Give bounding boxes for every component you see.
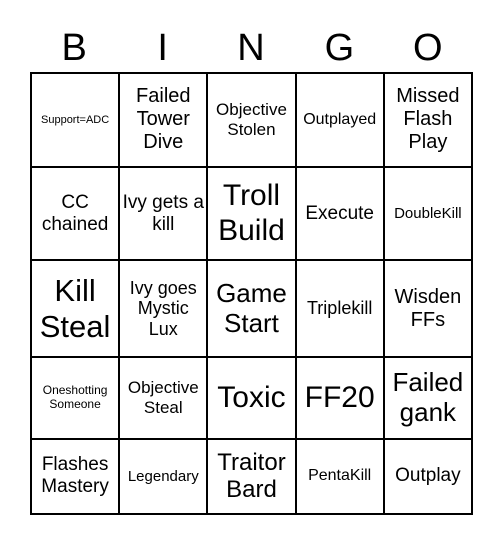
- bingo-cell[interactable]: Failed gank: [382, 356, 474, 440]
- bingo-cell[interactable]: Failed Tower Dive: [118, 72, 209, 168]
- bingo-cell[interactable]: Ivy gets a kill: [118, 165, 209, 262]
- grid-row: CC chained Ivy gets a kill Troll Build E…: [29, 165, 474, 262]
- bingo-cell[interactable]: Toxic: [206, 356, 297, 440]
- bingo-cell[interactable]: Flashes Mastery: [29, 437, 121, 516]
- header-letter-g: G: [324, 27, 355, 69]
- bingo-cell[interactable]: Missed Flash Play: [382, 72, 474, 168]
- bingo-cell[interactable]: Support=ADC: [29, 72, 121, 168]
- bingo-cell[interactable]: CC chained: [29, 165, 121, 262]
- bingo-cell[interactable]: Game Start: [206, 259, 297, 359]
- bingo-cell[interactable]: Outplayed: [294, 72, 385, 168]
- bingo-cell[interactable]: DoubleKill: [382, 165, 474, 262]
- grid-row: Flashes Mastery Legendary Traitor Bard P…: [29, 437, 474, 516]
- header-letter-b: B: [61, 27, 87, 69]
- grid-row: Kill Steal Ivy goes Mystic Lux Game Star…: [29, 259, 474, 359]
- bingo-cell[interactable]: Ivy goes Mystic Lux: [118, 259, 209, 359]
- bingo-cell[interactable]: Outplay: [382, 437, 474, 516]
- bingo-cell[interactable]: Traitor Bard: [206, 437, 297, 516]
- bingo-cell[interactable]: Legendary: [118, 437, 209, 516]
- bingo-cell[interactable]: Troll Build: [206, 165, 297, 262]
- grid-row: Oneshotting Someone Objective Steal Toxi…: [29, 356, 474, 440]
- bingo-cell[interactable]: Kill Steal: [29, 259, 121, 359]
- bingo-cell[interactable]: Wisden FFs: [382, 259, 474, 359]
- bingo-cell[interactable]: Objective Steal: [118, 356, 209, 440]
- bingo-cell[interactable]: Triplekill: [294, 259, 385, 359]
- bingo-cell[interactable]: Oneshotting Someone: [29, 356, 121, 440]
- bingo-cell[interactable]: Execute: [294, 165, 385, 262]
- bingo-cell[interactable]: Objective Stolen: [206, 72, 297, 168]
- header-letter-n: N: [237, 27, 265, 69]
- bingo-header: B I N G O: [30, 26, 472, 70]
- grid-row: Support=ADC Failed Tower Dive Objective …: [29, 72, 474, 168]
- bingo-cell[interactable]: FF20: [294, 356, 385, 440]
- header-letter-o: O: [413, 27, 443, 69]
- header-letter-i: I: [157, 27, 168, 69]
- bingo-grid: Support=ADC Failed Tower Dive Objective …: [29, 72, 474, 516]
- bingo-cell[interactable]: PentaKill: [294, 437, 385, 516]
